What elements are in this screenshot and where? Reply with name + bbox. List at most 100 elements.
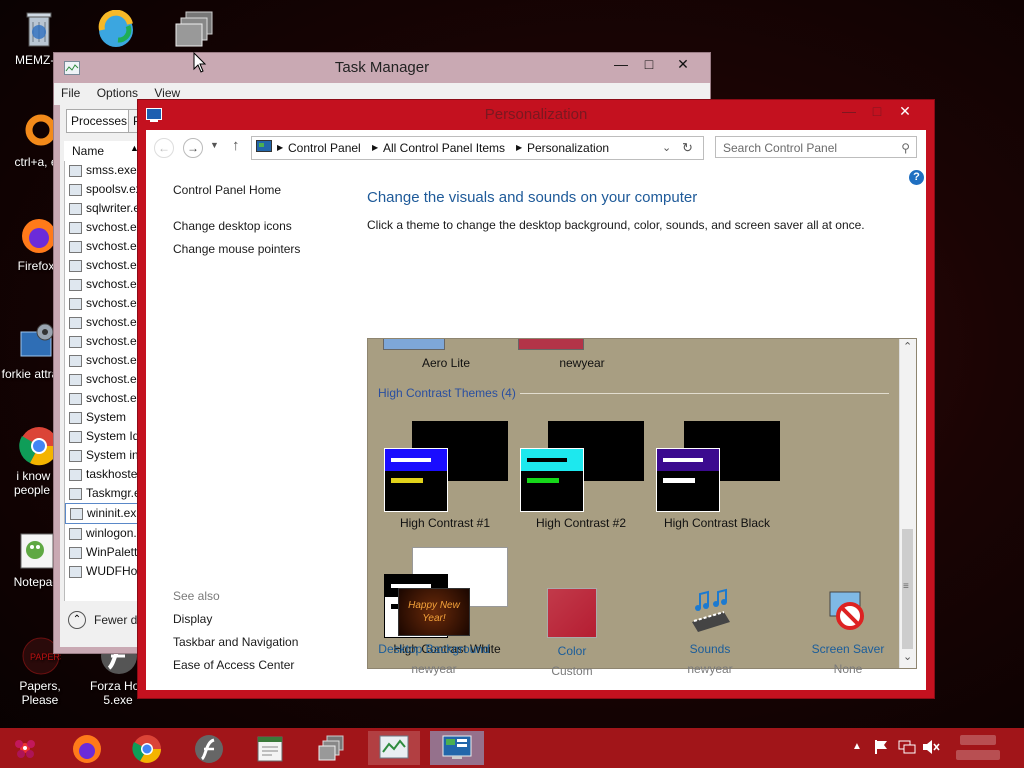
- table-row[interactable]: wininit.ex: [65, 503, 139, 524]
- personalization-window[interactable]: Personalization — □ ✕ ← → ▼ ↑ ▶ Control …: [137, 99, 935, 699]
- address-dropdown-icon[interactable]: ⌄: [662, 137, 671, 159]
- taskbar-control-panel[interactable]: [430, 731, 484, 765]
- process-icon: [69, 316, 82, 329]
- change-desktop-icons-link[interactable]: Change desktop icons: [173, 219, 292, 233]
- breadcrumb-all-items[interactable]: All Control Panel Items: [383, 137, 505, 159]
- process-icon: [69, 335, 82, 348]
- control-panel-home-link[interactable]: Control Panel Home: [173, 183, 281, 197]
- table-row[interactable]: svchost.ex: [65, 218, 139, 237]
- volume-muted-icon[interactable]: [922, 739, 940, 758]
- theme-label-high-contrast-1[interactable]: High Contrast #1: [390, 516, 500, 530]
- process-list[interactable]: smss.exe spoolsv.ex sqlwriter.e svchost.ex s…: [64, 161, 139, 601]
- theme-thumb-aero-lite[interactable]: [383, 339, 445, 350]
- menu-options[interactable]: Options: [90, 83, 144, 100]
- sounds-setting[interactable]: Sounds newyear: [645, 588, 775, 676]
- process-name: svchost.ex: [86, 296, 139, 310]
- up-arrow-icon[interactable]: ↑: [232, 137, 240, 154]
- process-name: svchost.ex: [86, 258, 139, 272]
- process-name: svchost.ex: [86, 334, 139, 348]
- breadcrumb-separator-icon: ▶: [277, 143, 284, 152]
- address-box[interactable]: ▶ Control Panel ▶ All Control Panel Item…: [251, 136, 704, 160]
- screen-saver-setting[interactable]: Screen Saver None: [783, 588, 913, 676]
- close-button[interactable]: ✕: [664, 53, 702, 75]
- taskbar-task-manager[interactable]: [368, 731, 420, 765]
- table-row[interactable]: Taskmgr.e: [65, 484, 139, 503]
- maximize-button[interactable]: □: [632, 53, 666, 75]
- table-row[interactable]: svchost.ex: [65, 370, 139, 389]
- taskbar-navigation-link[interactable]: Taskbar and Navigation: [173, 635, 298, 649]
- recycle-bin-icon: [18, 8, 60, 50]
- menu-file[interactable]: File: [54, 83, 86, 100]
- table-row[interactable]: smss.exe: [65, 161, 139, 180]
- desktop-background-label[interactable]: Desktop Background: [369, 642, 499, 656]
- theme-label-high-contrast-black[interactable]: High Contrast Black: [652, 516, 782, 530]
- display-link[interactable]: Display: [173, 612, 212, 626]
- taskbar-chrome[interactable]: [122, 731, 172, 765]
- theme-high-contrast-1[interactable]: [384, 421, 509, 531]
- back-button[interactable]: ←: [154, 138, 174, 158]
- table-row[interactable]: svchost.ex: [65, 332, 139, 351]
- color-swatch: [547, 588, 597, 638]
- search-icon[interactable]: ⚲: [901, 137, 910, 159]
- fewer-details-button[interactable]: ⌃ Fewer d: [68, 609, 138, 631]
- search-control-panel-input[interactable]: Search Control Panel ⚲: [715, 136, 917, 158]
- table-row[interactable]: WUDFHos: [65, 562, 139, 581]
- theme-label-aero-lite[interactable]: Aero Lite: [386, 356, 506, 370]
- help-button[interactable]: ?: [909, 170, 924, 185]
- group-divider: [520, 393, 889, 394]
- show-hidden-icons-chevron-icon[interactable]: ▲: [852, 741, 862, 752]
- clock[interactable]: [952, 733, 1006, 763]
- table-row[interactable]: System: [65, 408, 139, 427]
- table-row[interactable]: System Id: [65, 427, 139, 446]
- screen-saver-label[interactable]: Screen Saver: [783, 642, 913, 656]
- page-subheading: Click a theme to change the desktop back…: [367, 218, 865, 232]
- task-view-shortcut-icon[interactable]: [172, 10, 216, 54]
- process-icon: [69, 468, 82, 481]
- table-row[interactable]: svchost.ex: [65, 294, 139, 313]
- table-row[interactable]: sqlwriter.e: [65, 199, 139, 218]
- color-label[interactable]: Color: [507, 644, 637, 658]
- theme-high-contrast-2[interactable]: [520, 421, 645, 531]
- back-arrow-icon: ←: [158, 141, 170, 155]
- refresh-icon[interactable]: ↻: [682, 137, 693, 159]
- desktop-icon-label: Papers, Please: [19, 679, 61, 707]
- process-list-header[interactable]: Name ▲: [64, 141, 140, 162]
- network-icon[interactable]: [898, 739, 916, 758]
- tab-processes[interactable]: Processes: [66, 109, 133, 133]
- action-center-flag-icon[interactable]: [874, 739, 890, 758]
- breadcrumb-personalization[interactable]: Personalization: [527, 137, 609, 159]
- taskbar-firefox[interactable]: [62, 731, 112, 765]
- taskbar-flash[interactable]: [184, 731, 234, 765]
- table-row[interactable]: svchost.ex: [65, 275, 139, 294]
- table-row[interactable]: svchost.ex: [65, 313, 139, 332]
- theme-label-high-contrast-2[interactable]: High Contrast #2: [526, 516, 636, 530]
- forward-button[interactable]: →: [183, 138, 203, 158]
- table-row[interactable]: winlogon.: [65, 524, 139, 543]
- table-row[interactable]: WinPalett: [65, 543, 139, 562]
- desktop-background-setting[interactable]: Happy New Year! Desktop Background newye…: [369, 588, 499, 676]
- recent-locations-chevron-icon[interactable]: ▼: [210, 140, 219, 150]
- breadcrumb-control-panel[interactable]: Control Panel: [288, 137, 361, 159]
- taskbar-document-app[interactable]: [245, 731, 295, 765]
- ease-of-access-link[interactable]: Ease of Access Center: [173, 658, 294, 672]
- desktop-icon-label: Notepac: [13, 575, 59, 589]
- theme-high-contrast-black[interactable]: [656, 421, 781, 531]
- table-row[interactable]: svchost.ex: [65, 237, 139, 256]
- table-row[interactable]: System in: [65, 446, 139, 465]
- scroll-up-icon[interactable]: ⌃: [903, 340, 912, 353]
- sounds-label[interactable]: Sounds: [645, 642, 775, 656]
- menu-view[interactable]: View: [147, 83, 186, 100]
- table-row[interactable]: spoolsv.ex: [65, 180, 139, 199]
- taskbar-start-button[interactable]: [1, 731, 51, 765]
- close-button[interactable]: ✕: [882, 100, 928, 122]
- table-row[interactable]: svchost.ex: [65, 389, 139, 408]
- table-row[interactable]: svchost.ex: [65, 351, 139, 370]
- table-row[interactable]: svchost.ex: [65, 256, 139, 275]
- color-setting[interactable]: Color Custom: [507, 588, 637, 678]
- theme-label-newyear[interactable]: newyear: [542, 356, 622, 370]
- taskbar-task-view[interactable]: [306, 731, 356, 765]
- change-mouse-pointers-link[interactable]: Change mouse pointers: [173, 242, 300, 256]
- table-row[interactable]: taskhoste: [65, 465, 139, 484]
- theme-thumb-newyear[interactable]: [518, 339, 584, 350]
- browser-shortcut-icon[interactable]: [94, 9, 138, 54]
